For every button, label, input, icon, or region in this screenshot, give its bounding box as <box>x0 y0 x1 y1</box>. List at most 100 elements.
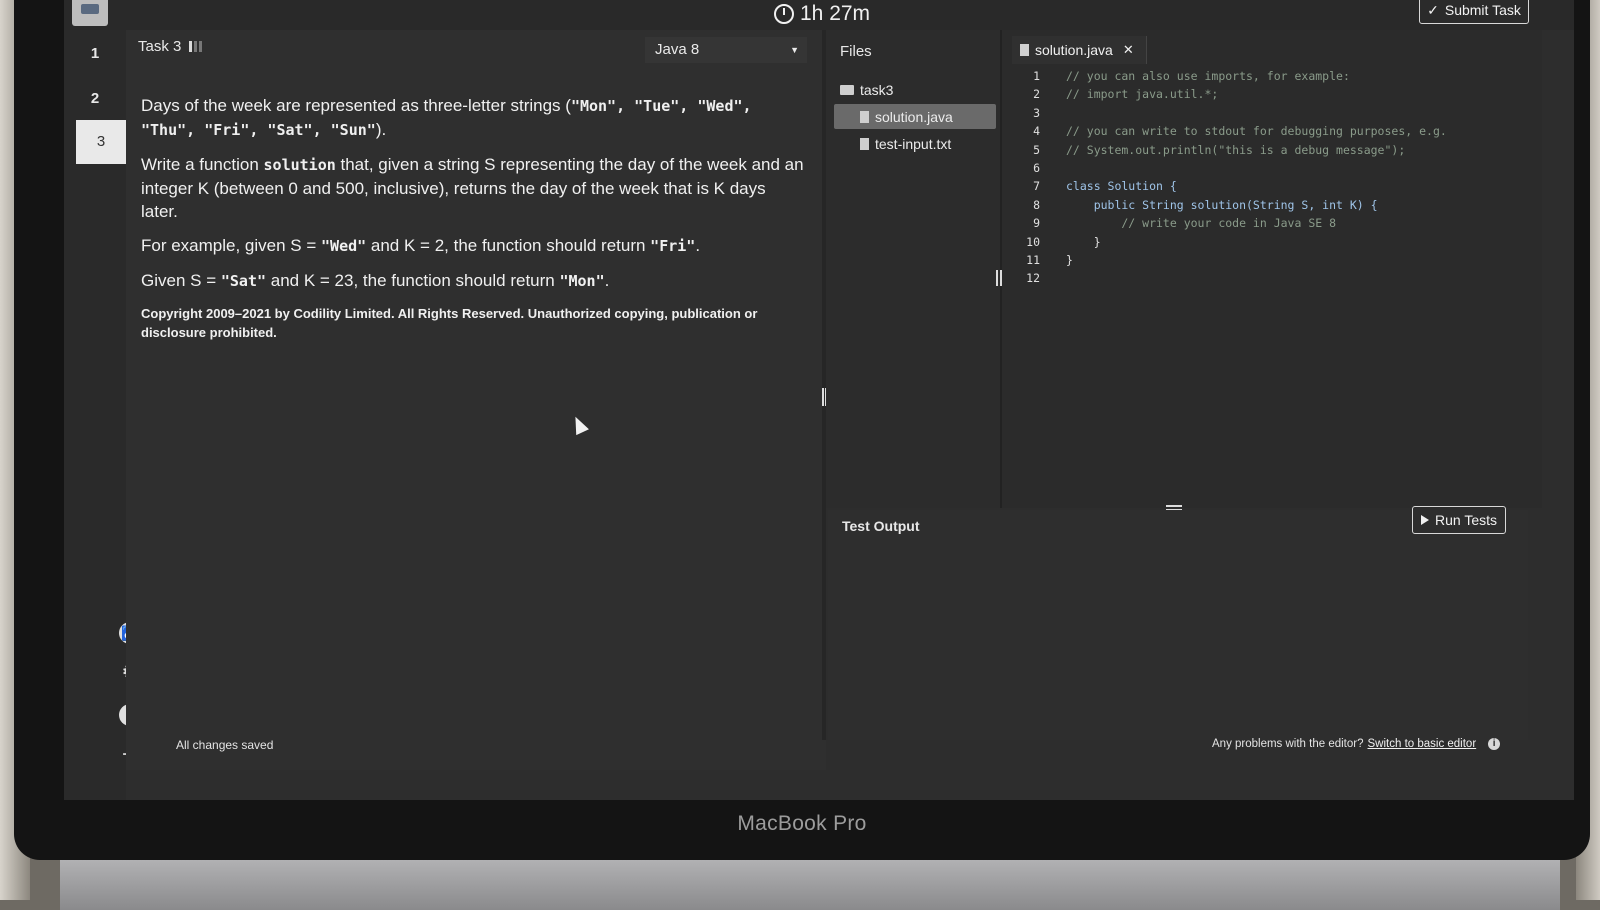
app-logo-button[interactable] <box>72 0 108 26</box>
desc-paragraph-1: Days of the week are represented as thre… <box>141 94 806 142</box>
code-line[interactable]: 11} <box>1012 251 1447 269</box>
line-number: 5 <box>1033 142 1040 157</box>
line-number: 1 <box>1033 69 1040 83</box>
logo-icon <box>81 4 99 14</box>
line-text: } <box>1066 234 1101 249</box>
code-line[interactable]: 9 // write your code in Java SE 8 <box>1012 214 1447 232</box>
laptop-bezel: MacBook Pro 1h 27m ✓ Submit Task 1 2 3 ♿… <box>14 0 1590 860</box>
desc-paragraph-3: For example, given S = "Wed" and K = 2, … <box>141 234 806 258</box>
desc-text: Given S = <box>141 271 221 290</box>
code-line[interactable]: 12 <box>1012 269 1447 287</box>
test-output-panel: Test Output Run Tests <box>828 506 1528 740</box>
task-nav-item-1[interactable]: 1 <box>64 45 126 62</box>
desc-code: "Sat" <box>220 272 267 290</box>
mouse-cursor-icon <box>569 413 589 436</box>
folder-task3[interactable]: task3 <box>840 82 893 98</box>
code-line[interactable]: 7 class Solution { <box>1012 177 1447 195</box>
run-tests-button[interactable]: Run Tests <box>1412 506 1506 534</box>
desc-text: and K = 2, the function should return <box>366 236 651 255</box>
task-nav-item-2[interactable]: 2 <box>64 90 126 107</box>
save-status: All changes saved <box>176 738 274 752</box>
line-text: class Solution { <box>1066 179 1177 194</box>
task-description-panel: Task 3 Java 8 ▼ Days of the week are rep… <box>126 30 826 770</box>
folder-icon <box>840 85 854 95</box>
code-line[interactable]: 3 <box>1012 104 1447 122</box>
file-item-solution-java[interactable]: solution.java <box>834 104 996 129</box>
submit-label: Submit Task <box>1444 2 1521 18</box>
desc-code: "Mon" <box>559 272 605 290</box>
line-number: 10 <box>1026 234 1040 249</box>
line-text: // you can also use imports, for example… <box>1066 69 1350 83</box>
close-icon[interactable]: ✕ <box>1123 42 1134 58</box>
timer: 1h 27m <box>774 2 870 26</box>
submit-task-button[interactable]: ✓ Submit Task <box>1419 0 1529 24</box>
code-line[interactable]: 4 // you can write to stdout for debuggin… <box>1012 122 1447 140</box>
checkmark-icon: ✓ <box>1427 1 1439 18</box>
task-title: Task 3 <box>138 38 203 55</box>
run-tests-label: Run Tests <box>1435 512 1497 528</box>
line-number: 3 <box>1033 105 1040 120</box>
editor-tab-solution-java[interactable]: solution.java ✕ <box>1012 36 1147 64</box>
file-icon <box>860 110 869 123</box>
editor-tab-label: solution.java <box>1035 42 1113 58</box>
switch-basic-editor-link[interactable]: Switch to basic editor <box>1368 738 1477 750</box>
task-nav-item-3[interactable]: 3 <box>76 120 126 164</box>
task-description: Days of the week are represented as thre… <box>141 94 806 353</box>
copyright-notice: Copyright 2009–2021 by Codility Limited.… <box>141 306 758 340</box>
line-text: // System.out.println("this is a debug m… <box>1066 142 1406 157</box>
code-line[interactable]: 10 } <box>1012 233 1447 251</box>
desc-text: For example, given S = <box>141 236 322 255</box>
test-output-header: Test Output <box>842 518 920 534</box>
top-bar: 1h 27m ✓ Submit Task <box>64 0 1574 30</box>
problems-text: Any problems with the editor? <box>1212 738 1364 750</box>
code-line[interactable]: 2 // import java.util.*; <box>1012 85 1447 103</box>
desc-text: . <box>695 236 701 255</box>
language-select[interactable]: Java 8 ▼ <box>645 37 807 63</box>
file-item-test-input[interactable]: test-input.txt <box>860 136 951 152</box>
line-number: 12 <box>1026 271 1040 286</box>
code-line[interactable]: 8 public String solution(String S, int K… <box>1012 196 1447 214</box>
line-number: 8 <box>1033 197 1040 212</box>
line-number: 4 <box>1033 124 1040 139</box>
editor-problems-note: Any problems with the editor? Switch to … <box>1212 738 1501 750</box>
line-text: // write your code in Java SE 8 <box>1066 216 1337 231</box>
task-nav: 1 2 3 <box>64 30 126 800</box>
line-text: // import java.util.*; <box>1066 87 1219 102</box>
line-number: 7 <box>1033 179 1040 194</box>
line-number: 11 <box>1026 253 1040 268</box>
file-label: test-input.txt <box>875 136 952 152</box>
screen: 1h 27m ✓ Submit Task 1 2 3 ♿ ⚙ ? ⇥ Task … <box>64 0 1574 800</box>
difficulty-bars-icon <box>189 41 203 52</box>
files-header: Files <box>840 43 872 60</box>
files-panel: Files task3 solution.java test-input.txt <box>826 30 1000 508</box>
code-line[interactable]: 1 // you can also use imports, for exampl… <box>1012 67 1447 85</box>
code-editor[interactable]: solution.java ✕ 1 // you can also use imp… <box>1002 30 1542 508</box>
desc-code: solution <box>263 156 336 174</box>
line-number: 6 <box>1033 161 1040 176</box>
desc-paragraph-2: Write a function solution that, given a … <box>141 153 806 223</box>
line-text: public String solution(String S, int K) … <box>1066 197 1378 212</box>
desc-text: Write a function <box>141 155 264 174</box>
timer-text: 1h 27m <box>800 2 871 25</box>
desc-code: "Wed" <box>321 237 367 255</box>
desc-text: and K = 23, the function should return <box>266 271 560 290</box>
desc-text: . <box>604 271 610 290</box>
file-label: solution.java <box>875 108 953 125</box>
play-icon <box>1421 515 1429 525</box>
folder-label: task3 <box>860 82 894 98</box>
desc-code: "Fri" <box>650 237 696 255</box>
code-line[interactable]: 5 // System.out.println("this is a debug … <box>1012 141 1447 159</box>
file-icon <box>860 138 869 150</box>
code-area[interactable]: 1 // you can also use imports, for exampl… <box>1012 67 1447 288</box>
desc-text: ). <box>375 120 387 139</box>
file-icon <box>1020 44 1029 56</box>
line-text: } <box>1066 253 1073 268</box>
desc-paragraph-4: Given S = "Sat" and K = 23, the function… <box>141 269 806 293</box>
chevron-down-icon: ▼ <box>790 45 799 55</box>
line-number: 2 <box>1033 87 1040 102</box>
language-value: Java 8 <box>655 41 700 58</box>
code-line[interactable]: 6 <box>1012 159 1447 177</box>
task-title-text: Task 3 <box>138 38 182 55</box>
desc-text: Days of the week are represented as thre… <box>141 96 571 115</box>
info-icon[interactable]: i <box>1488 738 1501 750</box>
